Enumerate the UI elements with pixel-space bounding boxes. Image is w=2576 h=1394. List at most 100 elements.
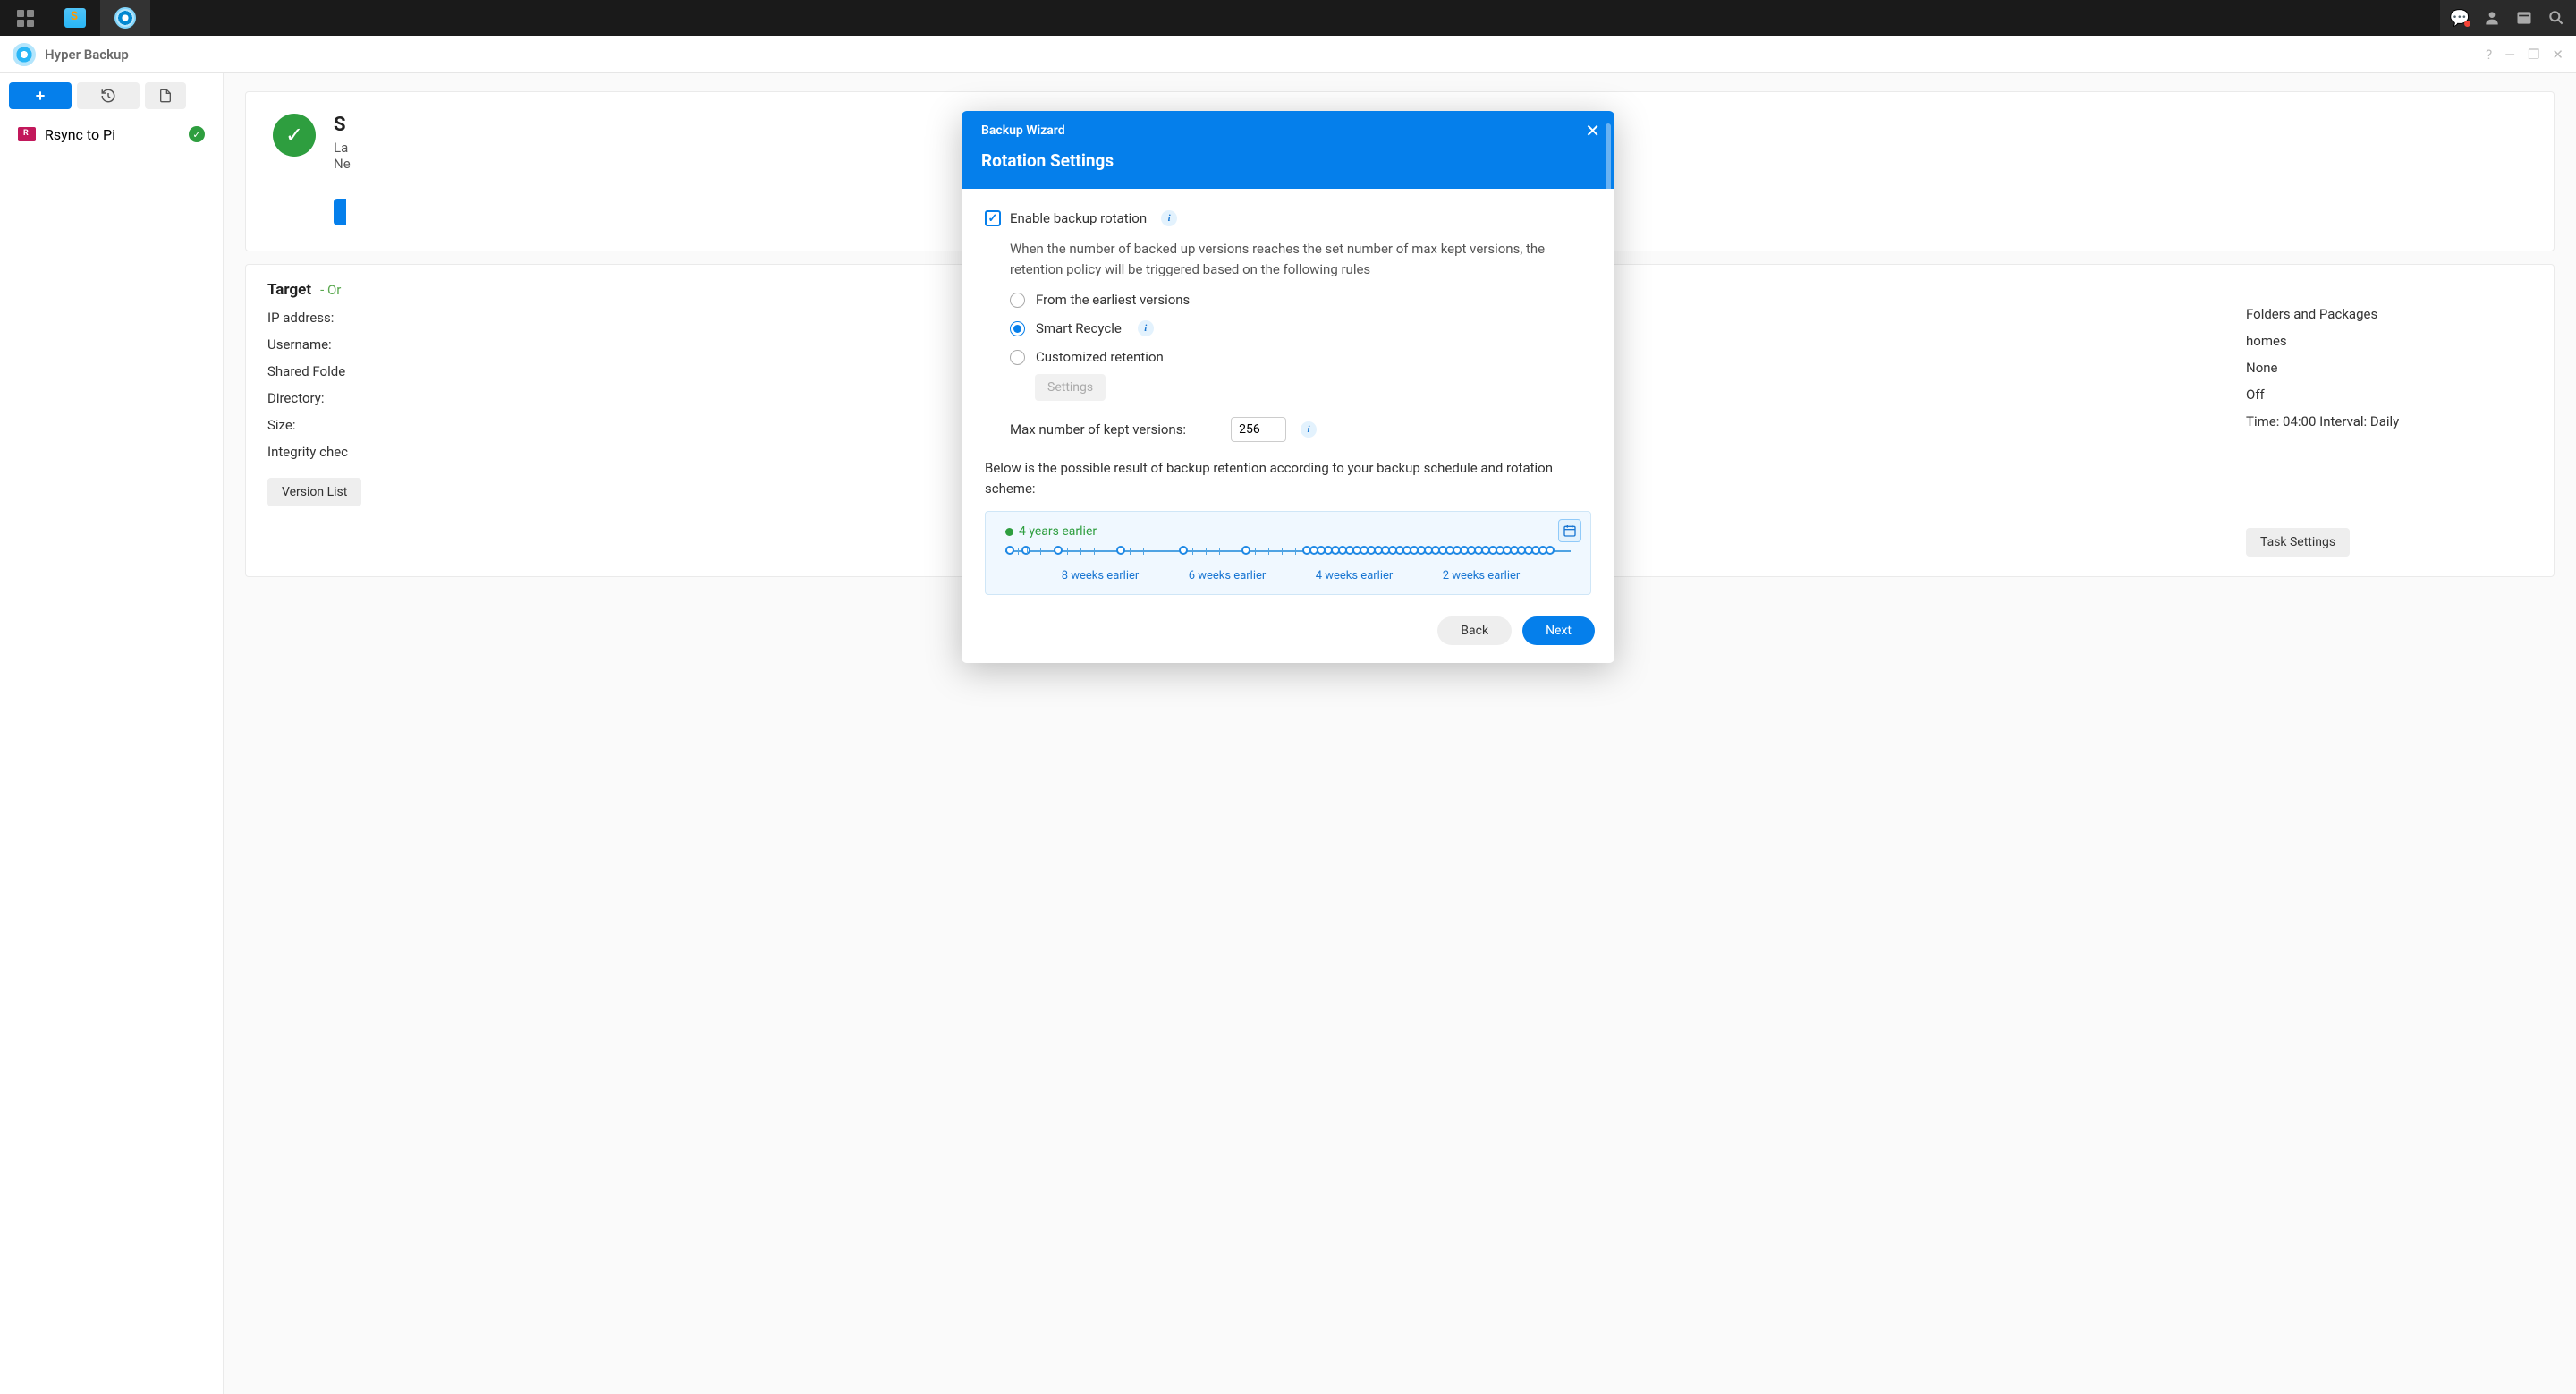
timeline-start: 4 years earlier [1005,524,1576,539]
none-value: None [2246,360,2278,376]
max-versions-row: Max number of kept versions: i [1010,417,1591,442]
calendar-icon[interactable] [1558,519,1581,542]
document-button[interactable] [145,82,186,109]
search-icon [2547,9,2565,27]
time-value: Time: 04:00 Interval: Daily [2246,413,2399,429]
ip-label: IP address: [267,310,334,326]
history-icon [100,88,116,104]
app-launcher-button[interactable] [0,0,50,36]
opt-smart-row[interactable]: Smart Recycle i [1010,320,1591,336]
timeline-start-label: 4 years earlier [1019,524,1097,539]
max-versions-input[interactable] [1231,417,1286,442]
radio-custom[interactable] [1010,350,1025,365]
package-center-button[interactable] [50,0,100,36]
shared-label: Shared Folde [267,363,345,379]
label-4w: 4 weeks earlier [1316,569,1394,582]
taskbar-left [0,0,150,36]
last-backup-line: La [334,140,351,156]
wizard-title: Backup Wizard [981,123,1595,138]
user-menu-button[interactable] [2476,4,2508,32]
radio-smart[interactable] [1010,321,1025,336]
enable-rotation-row[interactable]: ✓ Enable backup rotation i [985,210,1591,226]
target-label: Target [267,281,311,299]
info-icon[interactable]: i [1138,320,1154,336]
max-versions-label: Max number of kept versions: [1010,421,1186,438]
notification-dot [2464,21,2470,27]
backup-app-icon [114,7,136,29]
label-6w: 6 weeks earlier [1189,569,1267,582]
system-taskbar: 💬 [0,0,2576,36]
opt-custom-row[interactable]: Customized retention [1010,349,1591,365]
user-icon [2483,9,2501,27]
info-icon[interactable]: i [1161,210,1177,226]
add-task-button[interactable] [9,82,72,109]
hyper-backup-taskbar-button[interactable] [100,0,150,36]
label-2w: 2 weeks earlier [1443,569,1521,582]
next-button[interactable]: Next [1522,616,1595,645]
folders-label: Folders and Packages [2246,306,2377,322]
opt-earliest-label: From the earliest versions [1036,292,1190,308]
next-backup-line: Ne [334,156,351,172]
task-settings-button[interactable]: Task Settings [2246,528,2350,557]
rotation-description: When the number of backed up versions re… [1010,239,1591,279]
target-status: - Or [320,282,341,298]
timeline-labels: 8 weeks earlier 6 weeks earlier 4 weeks … [1000,569,1576,585]
rsync-folder-icon [18,127,36,141]
start-dot-icon [1005,528,1013,536]
integrity-label: Integrity chec [267,444,348,460]
help-button[interactable]: ? [2486,47,2492,63]
enable-rotation-checkbox[interactable]: ✓ [985,210,1001,226]
off-value: Off [2246,387,2265,403]
opt-custom-label: Customized retention [1036,349,1164,365]
minimize-button[interactable]: — [2504,47,2515,63]
app-titlebar: Hyper Backup ? — ❐ ✕ [0,36,2576,73]
success-check-icon: ✓ [273,114,316,157]
app-title: Hyper Backup [45,47,129,63]
modal-header: Backup Wizard Rotation Settings ✕ [962,111,1614,189]
document-icon [158,89,173,103]
user-label: Username: [267,336,332,353]
label-8w: 8 weeks earlier [1062,569,1140,582]
timeline-track [1000,542,1576,560]
search-button[interactable] [2540,4,2572,32]
panel-icon [2515,9,2533,27]
timeline-preview: 4 years earlier [985,511,1591,595]
version-list-button[interactable]: Version List [267,478,361,506]
modal-close-button[interactable]: ✕ [1585,120,1600,141]
status-lines: S La Ne [334,114,351,172]
widgets-button[interactable] [2508,4,2540,32]
sidebar-toolbar [9,82,214,109]
custom-settings-button: Settings [1035,374,1106,401]
backup-now-button[interactable] [334,199,346,225]
grid-icon [17,10,34,27]
below-description: Below is the possible result of backup r… [985,458,1591,498]
window-controls: ? — ❐ ✕ [2486,47,2563,63]
step-title: Rotation Settings [981,150,1595,171]
task-name: Rsync to Pi [45,126,115,143]
size-label: Size: [267,417,295,433]
modal-scrollbar[interactable] [1606,123,1611,195]
info-icon[interactable]: i [1301,421,1317,438]
back-button[interactable]: Back [1437,616,1512,645]
radio-earliest[interactable] [1010,293,1025,308]
opt-earliest-row[interactable]: From the earliest versions [1010,292,1591,308]
opt-smart-label: Smart Recycle [1036,320,1122,336]
modal-body: ✓ Enable backup rotation i When the numb… [962,189,1614,604]
details-right: Folders and Packages homes None Off Time… [2246,281,2532,557]
store-icon [64,8,86,28]
sidebar: Rsync to Pi ✓ [0,73,224,1394]
enable-rotation-label: Enable backup rotation [1010,210,1147,226]
taskbar-right: 💬 [2440,0,2576,36]
close-button[interactable]: ✕ [2552,47,2563,63]
restore-button[interactable] [77,82,140,109]
homes-value: homes [2246,333,2287,349]
backup-wizard-modal: Backup Wizard Rotation Settings ✕ ✓ Enab… [962,111,1614,663]
dir-label: Directory: [267,390,325,406]
maximize-button[interactable]: ❐ [2528,47,2539,63]
task-item-rsync[interactable]: Rsync to Pi ✓ [9,118,214,150]
plus-icon [33,89,47,103]
status-title: S [334,114,351,136]
notification-button[interactable]: 💬 [2444,4,2476,32]
app-icon [13,43,36,66]
modal-footer: Back Next [962,604,1614,663]
